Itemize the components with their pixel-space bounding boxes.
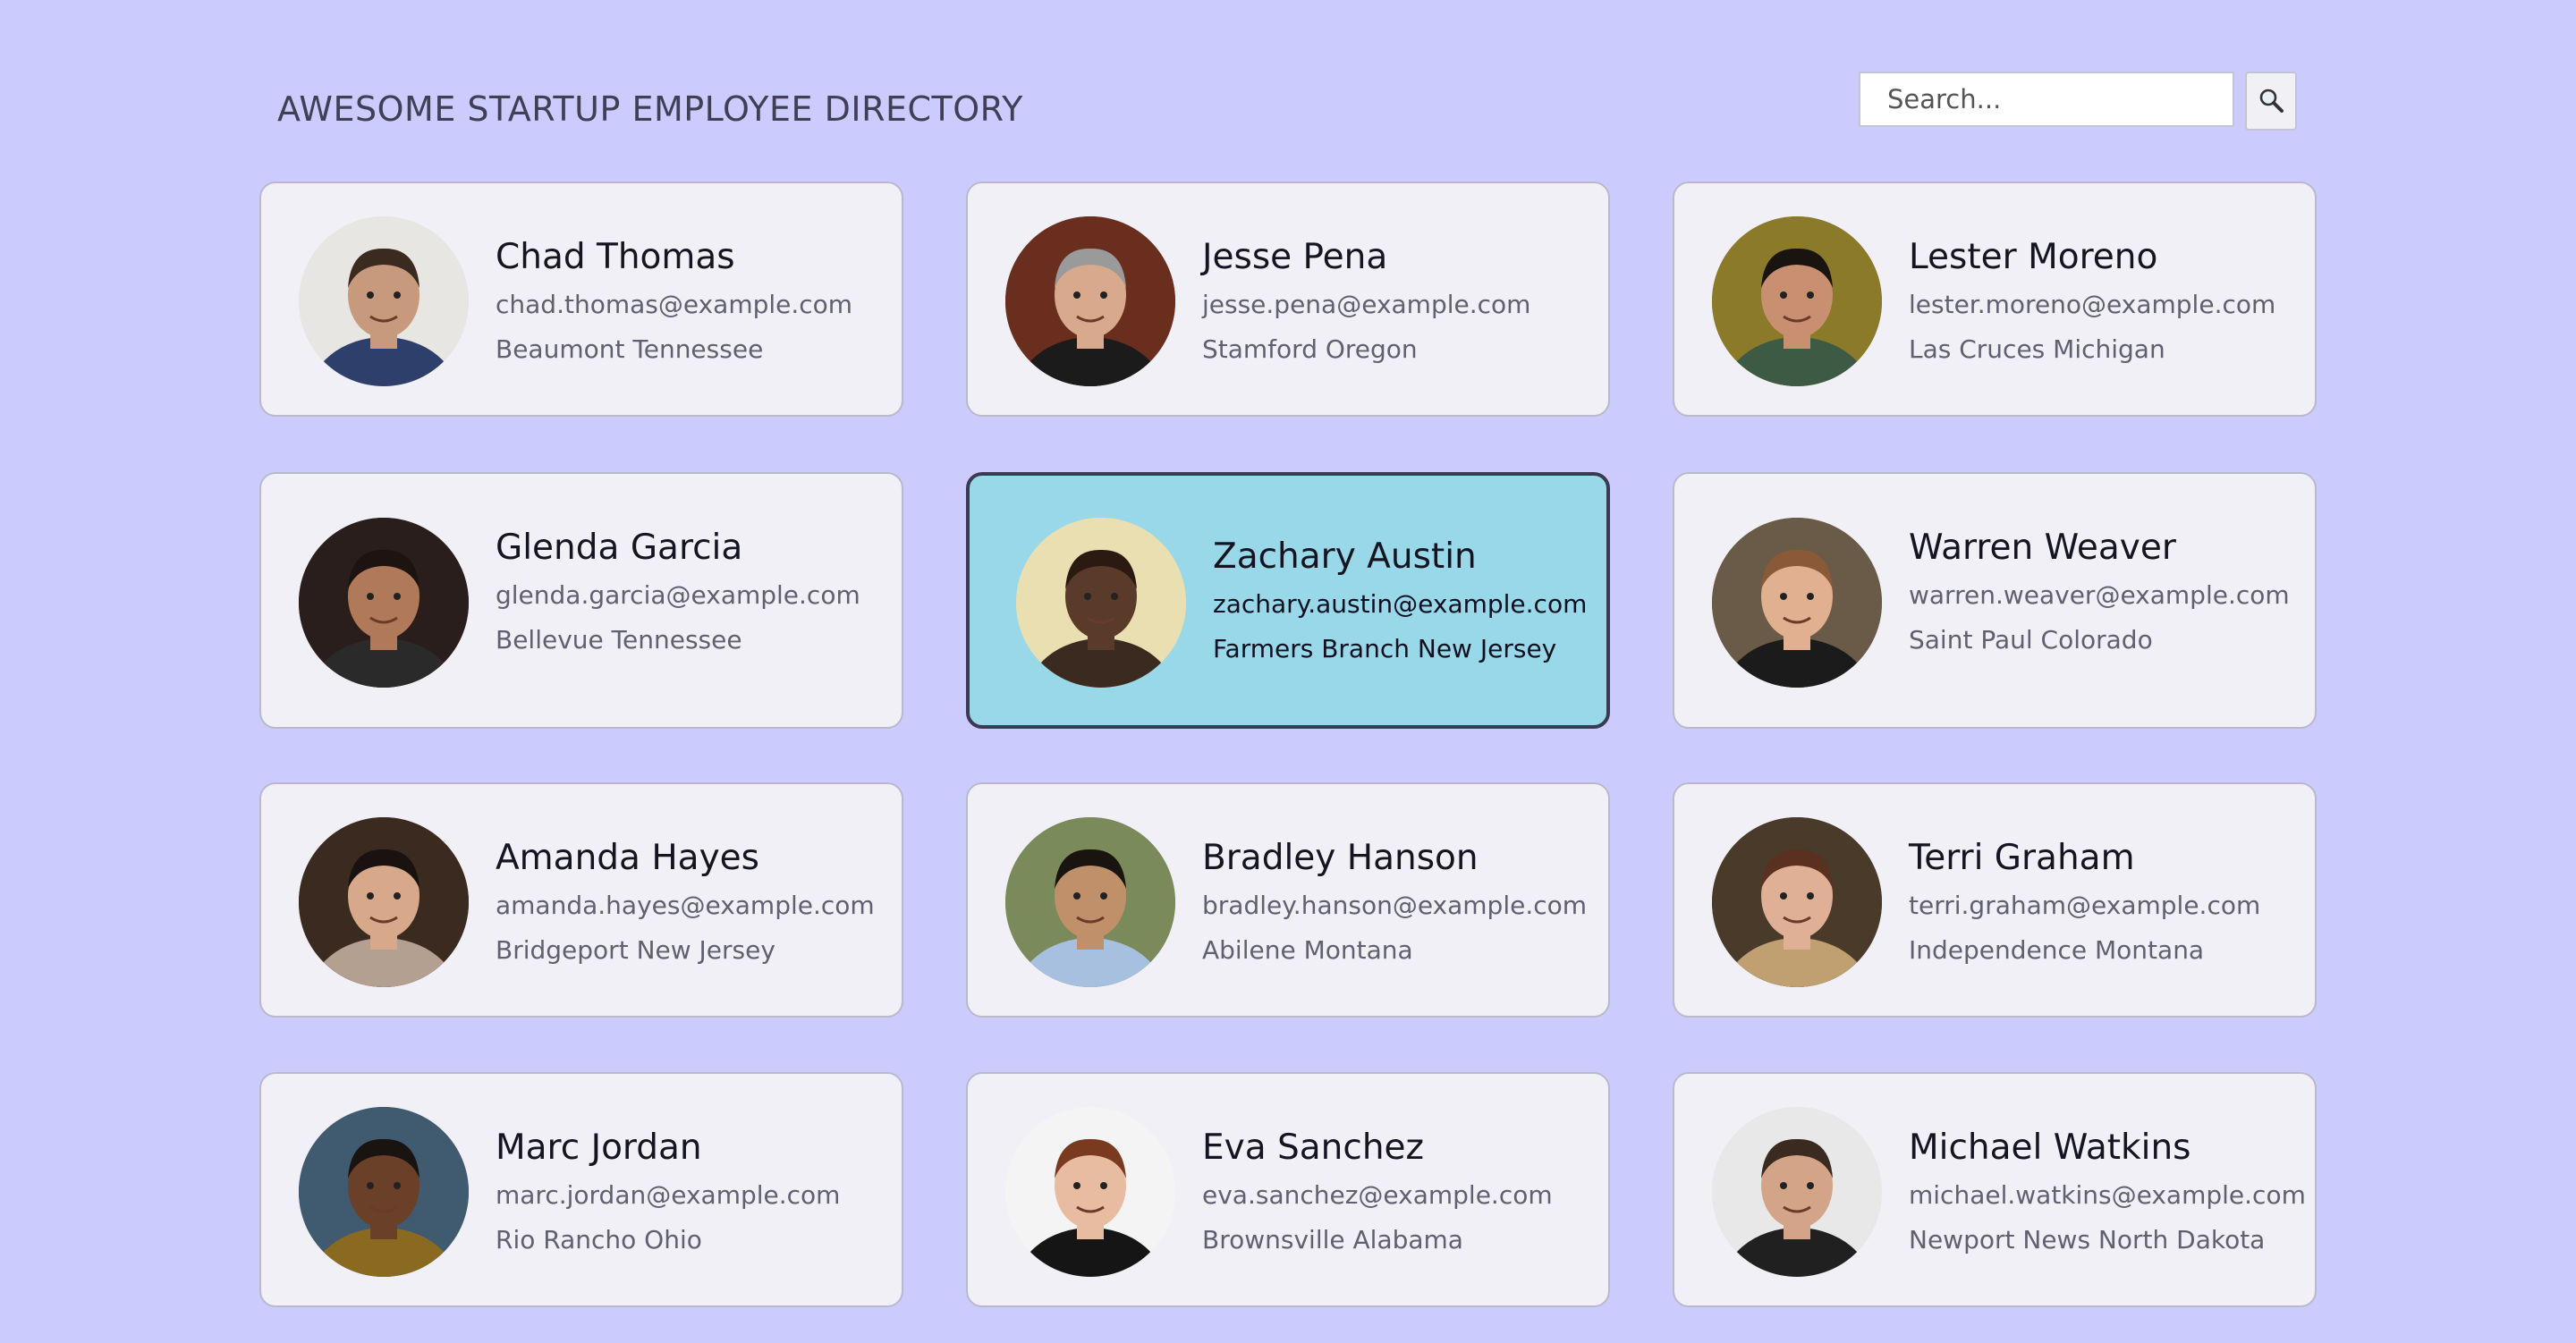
employee-email: jesse.pena@example.com [1202, 290, 1531, 319]
employee-location: Stamford Oregon [1202, 334, 1418, 364]
employee-name: Amanda Hayes [496, 838, 759, 878]
employee-email: chad.thomas@example.com [496, 290, 853, 319]
employee-name: Jesse Pena [1202, 237, 1388, 277]
employee-info: Amanda Hayes amanda.hayes@example.com Brid… [496, 838, 875, 965]
employee-card[interactable]: Lester Moreno lester.moreno@example.com La… [1673, 182, 2317, 417]
employee-name: Glenda Garcia [496, 528, 743, 568]
employee-location: Rio Rancho Ohio [496, 1225, 702, 1254]
employee-avatar [1005, 817, 1175, 987]
employee-location: Abilene Montana [1202, 935, 1413, 965]
employee-avatar [299, 1107, 469, 1277]
employee-name: Bradley Hanson [1202, 838, 1479, 878]
employee-email: glenda.garcia@example.com [496, 580, 860, 610]
employee-info: Warren Weaver warren.weaver@example.com Sa… [1909, 528, 2290, 655]
employee-location: Farmers Branch New Jersey [1213, 634, 1557, 663]
employee-avatar [1712, 216, 1882, 386]
employee-email: bradley.hanson@example.com [1202, 891, 1588, 920]
employee-avatar [299, 216, 469, 386]
employee-location: Bridgeport New Jersey [496, 935, 775, 965]
employee-info: Bradley Hanson bradley.hanson@example.com… [1202, 838, 1587, 965]
employee-email: zachary.austin@example.com [1213, 589, 1588, 619]
employee-location: Las Cruces Michigan [1909, 334, 2165, 364]
employee-name: Chad Thomas [496, 237, 735, 277]
employee-card[interactable]: Marc Jordan marc.jordan@example.com Rio Ra… [259, 1072, 903, 1307]
employee-info: Terri Graham terri.graham@example.com Inde… [1909, 838, 2260, 965]
employee-location: Saint Paul Colorado [1909, 625, 2153, 655]
employee-name: Eva Sanchez [1202, 1128, 1425, 1168]
employee-card[interactable]: Zachary Austin zachary.austin@example.com… [966, 472, 1610, 729]
employee-name: Marc Jordan [496, 1128, 702, 1168]
search-input[interactable] [1859, 72, 2234, 127]
employee-avatar [1712, 518, 1882, 688]
employee-avatar [299, 518, 469, 688]
employee-info: Michael Watkins michael.watkins@example.c… [1909, 1128, 2306, 1254]
employee-avatar [1016, 518, 1186, 688]
employee-avatar [1712, 1107, 1882, 1277]
employee-name: Warren Weaver [1909, 528, 2176, 568]
search-button[interactable] [2245, 72, 2297, 131]
employee-location: Newport News North Dakota [1909, 1225, 2266, 1254]
employee-name: Zachary Austin [1213, 536, 1477, 577]
employee-name: Michael Watkins [1909, 1128, 2191, 1168]
employee-info: Chad Thomas chad.thomas@example.com Beaumo… [496, 237, 852, 364]
employee-avatar [299, 817, 469, 987]
employee-card[interactable]: Warren Weaver warren.weaver@example.com Sa… [1673, 472, 2317, 729]
employee-info: Lester Moreno lester.moreno@example.com La… [1909, 237, 2275, 364]
employee-card[interactable]: Glenda Garcia glenda.garcia@example.com Be… [259, 472, 903, 729]
employee-email: amanda.hayes@example.com [496, 891, 875, 920]
employee-location: Bellevue Tennessee [496, 625, 742, 655]
page-title: AWESOME STARTUP EMPLOYEE DIRECTORY [277, 89, 1023, 129]
employee-location: Beaumont Tennessee [496, 334, 764, 364]
employee-avatar [1005, 1107, 1175, 1277]
employee-card[interactable]: Bradley Hanson bradley.hanson@example.com… [966, 782, 1610, 1018]
employee-card[interactable]: Jesse Pena jesse.pena@example.com Stamford… [966, 182, 1610, 417]
employee-email: terri.graham@example.com [1909, 891, 2261, 920]
employee-card[interactable]: Terri Graham terri.graham@example.com Inde… [1673, 782, 2317, 1018]
employee-info: Jesse Pena jesse.pena@example.com Stamford… [1202, 237, 1530, 364]
employee-card[interactable]: Amanda Hayes amanda.hayes@example.com Brid… [259, 782, 903, 1018]
employee-info: Glenda Garcia glenda.garcia@example.com Be… [496, 528, 860, 655]
magnifier-icon [2258, 87, 2284, 116]
page-header: AWESOME STARTUP EMPLOYEE DIRECTORY [259, 72, 2317, 134]
employee-email: eva.sanchez@example.com [1202, 1180, 1553, 1210]
employee-location: Brownsville Alabama [1202, 1225, 1463, 1254]
employee-email: lester.moreno@example.com [1909, 290, 2276, 319]
employee-email: marc.jordan@example.com [496, 1180, 841, 1210]
employee-avatar [1712, 817, 1882, 987]
employee-avatar [1005, 216, 1175, 386]
employee-info: Zachary Austin zachary.austin@example.com… [1213, 536, 1587, 663]
employee-location: Independence Montana [1909, 935, 2205, 965]
employee-name: Terri Graham [1909, 838, 2135, 878]
employee-email: warren.weaver@example.com [1909, 580, 2290, 610]
employee-info: Marc Jordan marc.jordan@example.com Rio Ra… [496, 1128, 840, 1254]
employee-card[interactable]: Chad Thomas chad.thomas@example.com Beaumo… [259, 182, 903, 417]
employee-card[interactable]: Eva Sanchez eva.sanchez@example.com Browns… [966, 1072, 1610, 1307]
employee-info: Eva Sanchez eva.sanchez@example.com Browns… [1202, 1128, 1553, 1254]
employee-name: Lester Moreno [1909, 237, 2158, 277]
employee-email: michael.watkins@example.com [1909, 1180, 2306, 1210]
search-form [1859, 72, 2297, 131]
employee-card[interactable]: Michael Watkins michael.watkins@example.c… [1673, 1072, 2317, 1307]
